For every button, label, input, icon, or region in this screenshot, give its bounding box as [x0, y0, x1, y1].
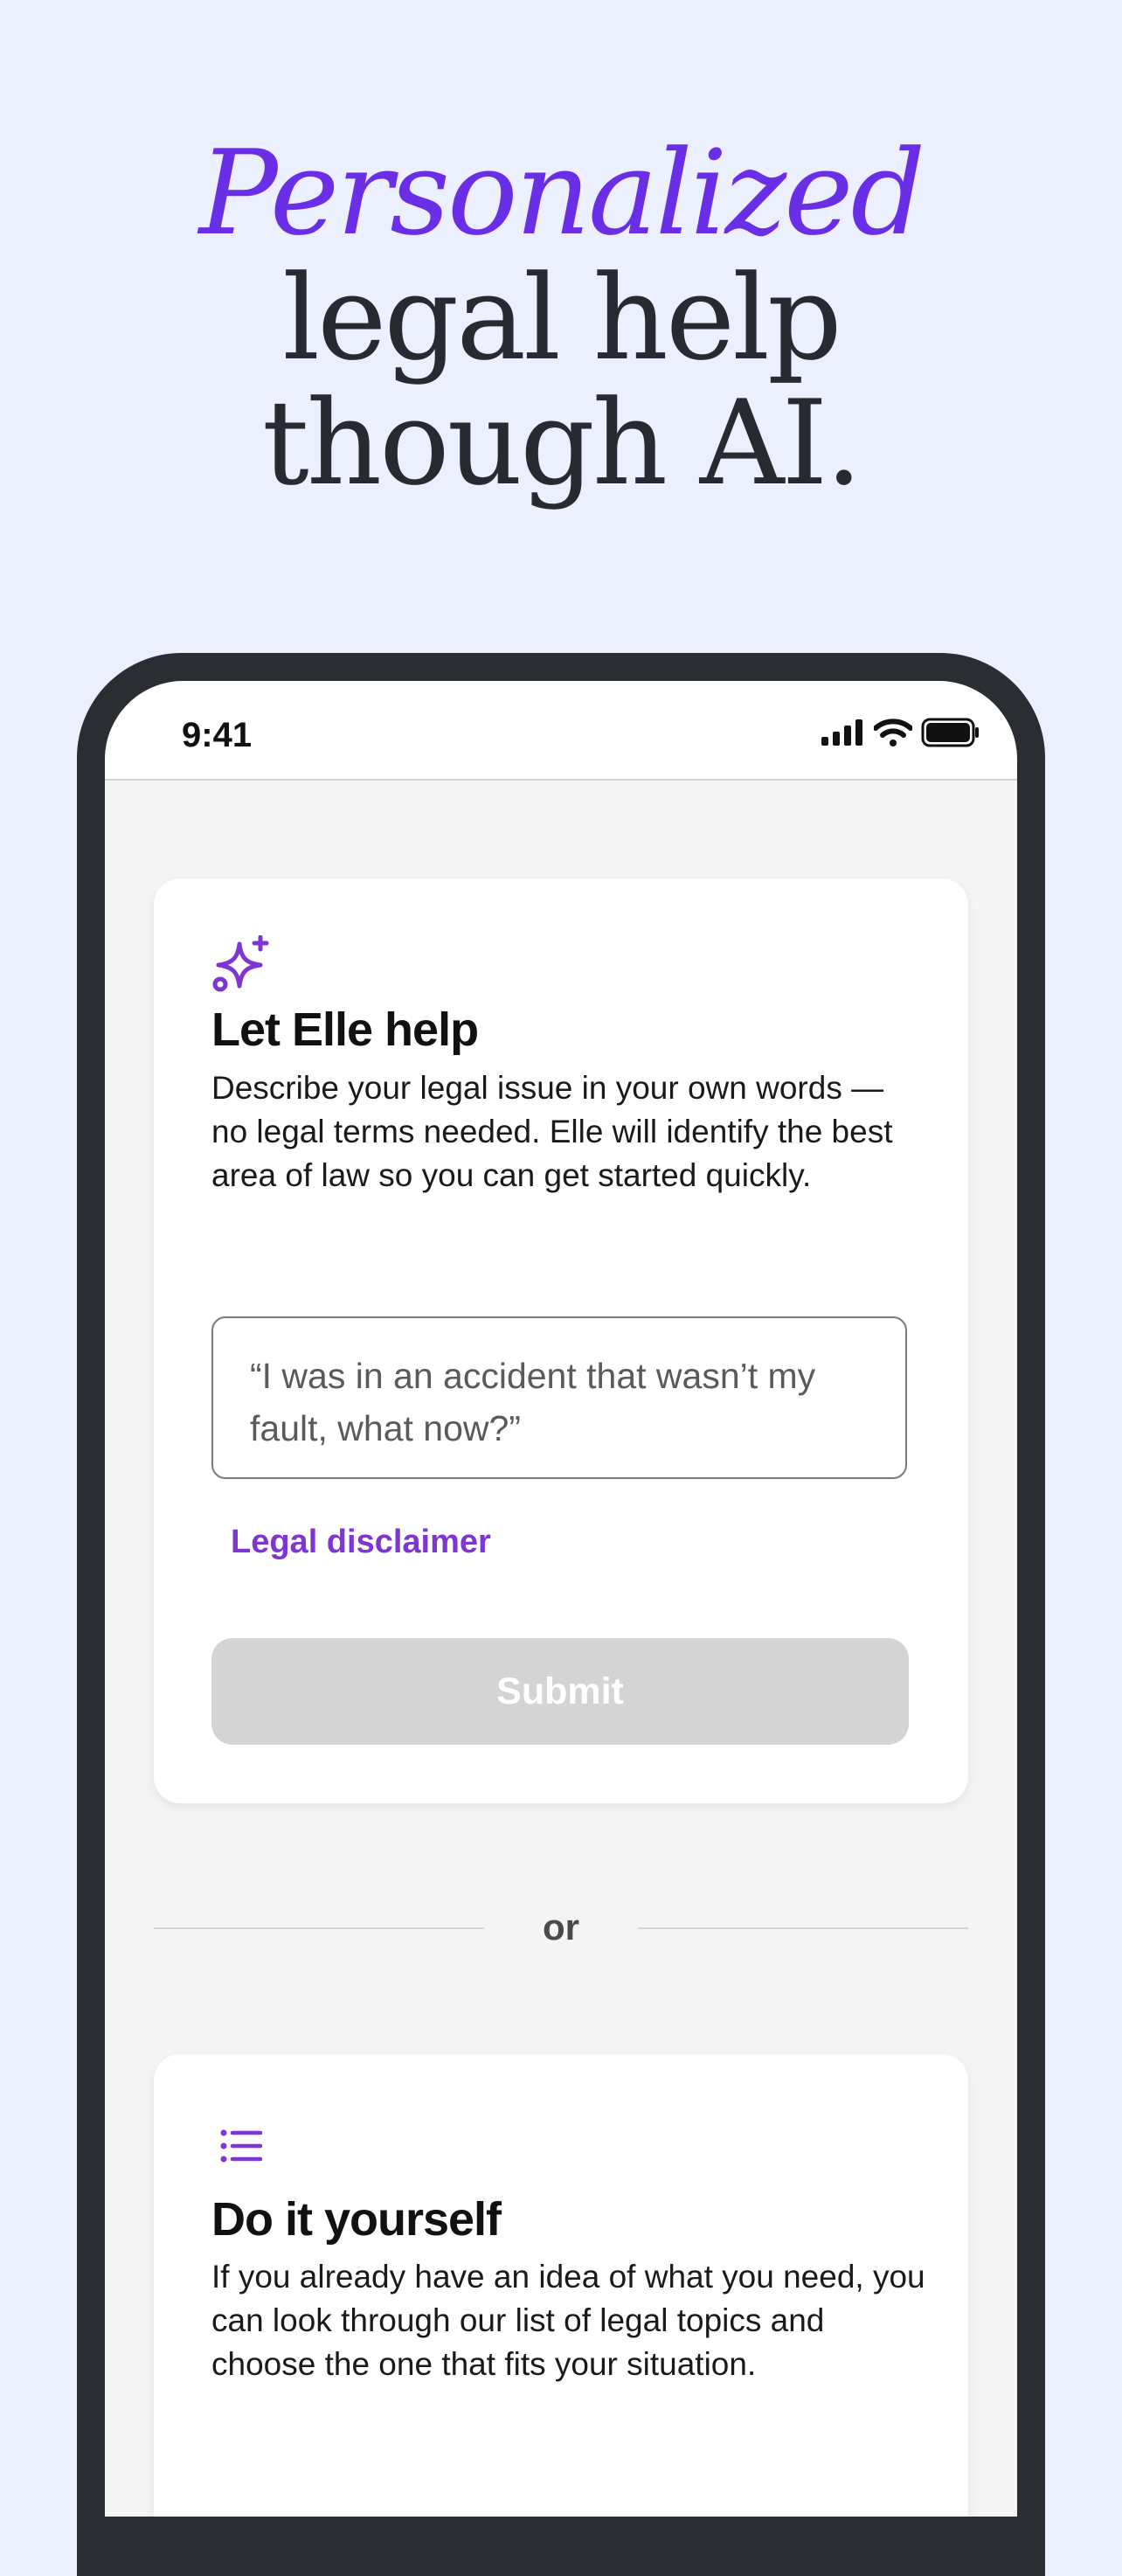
elle-help-description: Describe your legal issue in your own wo… — [211, 1070, 893, 1193]
list-icon — [220, 2129, 262, 2163]
submit-button[interactable]: Submit — [211, 1638, 909, 1745]
phone-screen: 9:41 Let Elle help Describe your legal i… — [105, 681, 1017, 2517]
legal-disclaimer-link[interactable]: Legal disclaimer — [231, 1524, 491, 1561]
wifi-icon — [874, 719, 912, 746]
cellular-signal-icon — [821, 719, 862, 746]
legal-issue-input[interactable]: “I was in an accident that wasn’t my fau… — [211, 1316, 907, 1479]
status-time: 9:41 — [182, 716, 253, 754]
hero-headline: Personalized legal help though AI. — [0, 131, 1122, 506]
hero-headline-line-2: though AI. — [261, 375, 862, 511]
divider-line-right — [638, 1927, 968, 1929]
status-icons — [821, 718, 980, 747]
battery-icon — [921, 718, 979, 747]
status-bar: 9:41 — [105, 681, 1017, 781]
elle-help-card: Let Elle help Describe your legal issue … — [154, 878, 968, 1803]
do-it-yourself-description: If you already have an idea of what you … — [211, 2259, 925, 2382]
sparkles-icon — [212, 935, 269, 992]
hero-headline-accent: Personalized — [198, 125, 926, 261]
elle-help-title: Let Elle help — [211, 1003, 479, 1056]
or-divider: or — [154, 1903, 968, 1952]
do-it-yourself-card[interactable]: Do it yourself If you already have an id… — [154, 2054, 968, 2517]
do-it-yourself-title: Do it yourself — [211, 2193, 502, 2246]
hero-headline-line-1: legal help — [282, 250, 842, 386]
